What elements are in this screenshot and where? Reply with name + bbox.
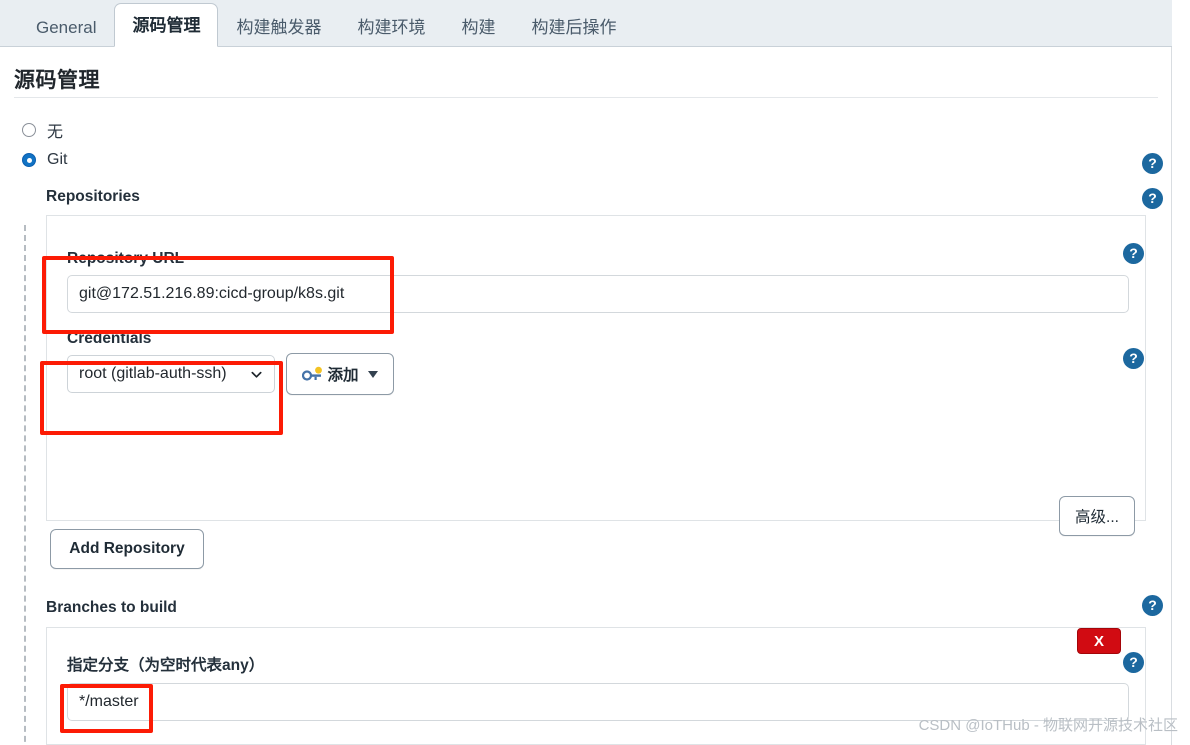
add-repository-button[interactable]: Add Repository (50, 529, 204, 569)
branch-specifier-value: */master (79, 693, 139, 710)
jenkins-job-config-page: General 源码管理 构建触发器 构建环境 构建 构建后操作 源码管理 无 … (0, 0, 1190, 745)
config-tab-bar: General 源码管理 构建触发器 构建环境 构建 构建后操作 (0, 0, 1172, 47)
help-icon-git[interactable]: ? (1142, 153, 1163, 174)
tab-label: 构建后操作 (531, 18, 617, 37)
help-glyph: ? (1148, 190, 1157, 206)
page-title: 源码管理 (14, 69, 100, 92)
add-repository-label: Add Repository (69, 540, 185, 557)
page-right-margin (1172, 0, 1190, 745)
credentials-label: Credentials (67, 330, 152, 347)
scm-option-git[interactable]: Git (22, 151, 67, 169)
tab-label: 构建环境 (357, 18, 426, 37)
add-credentials-button[interactable]: 添加 (286, 353, 394, 395)
credentials-select[interactable]: root (gitlab-auth-ssh) (67, 355, 275, 393)
help-glyph: ? (1129, 654, 1138, 670)
tab-label: 源码管理 (132, 16, 201, 35)
repository-url-label: Repository URL (67, 250, 185, 267)
repository-entry-panel: Repository URL git@172.51.216.89:cicd-gr… (46, 215, 1146, 536)
help-icon-branches[interactable]: ? (1142, 595, 1163, 616)
tab-build[interactable]: 构建 (443, 7, 513, 47)
help-icon-credentials[interactable]: ? (1123, 348, 1144, 369)
help-icon-repositories[interactable]: ? (1142, 188, 1163, 209)
advanced-label: 高级... (1075, 509, 1119, 526)
repository-url-input[interactable]: git@172.51.216.89:cicd-group/k8s.git (67, 275, 1129, 313)
delete-branch-button[interactable]: X (1077, 628, 1121, 654)
scm-option-label: Git (47, 151, 68, 168)
scm-option-none[interactable]: 无 (22, 118, 63, 142)
tab-label: 构建 (461, 18, 496, 37)
help-glyph: ? (1148, 597, 1157, 613)
chevron-down-icon (367, 370, 378, 378)
nesting-guide-line (24, 225, 26, 745)
help-icon-repository-url[interactable]: ? (1123, 243, 1144, 264)
radio-button[interactable] (22, 123, 36, 137)
key-icon (302, 366, 324, 382)
title-divider (14, 97, 1158, 98)
radio-button[interactable] (22, 153, 36, 167)
advanced-button[interactable]: 高级... (1059, 496, 1135, 536)
tab-build-environment[interactable]: 构建环境 (339, 7, 443, 47)
tab-label: General (36, 18, 97, 37)
delete-branch-label: X (1093, 632, 1104, 650)
tab-post-build-actions[interactable]: 构建后操作 (513, 7, 634, 47)
help-glyph: ? (1129, 245, 1138, 261)
chevron-down-icon (251, 371, 262, 378)
tab-general[interactable]: General (18, 7, 114, 47)
help-glyph: ? (1129, 350, 1138, 366)
scm-panel: 源码管理 无 Git Repositories Repository URL g… (0, 47, 1172, 745)
tab-source-code-management[interactable]: 源码管理 (114, 3, 219, 47)
watermark: CSDN @IoTHub - 物联网开源技术社区 (918, 717, 1178, 734)
tab-label: 构建触发器 (236, 18, 322, 37)
scm-option-label: 无 (47, 124, 64, 141)
credentials-value: root (gitlab-auth-ssh) (79, 365, 227, 382)
help-glyph: ? (1148, 155, 1157, 171)
add-credentials-label: 添加 (327, 367, 359, 384)
branches-group-label: Branches to build (46, 599, 177, 616)
help-icon-branch-specifier[interactable]: ? (1123, 652, 1144, 673)
tab-build-triggers[interactable]: 构建触发器 (218, 7, 339, 47)
repository-url-value: git@172.51.216.89:cicd-group/k8s.git (79, 285, 345, 302)
repositories-group-label: Repositories (46, 188, 140, 205)
branch-specifier-label: 指定分支（为空时代表any） (67, 657, 265, 674)
